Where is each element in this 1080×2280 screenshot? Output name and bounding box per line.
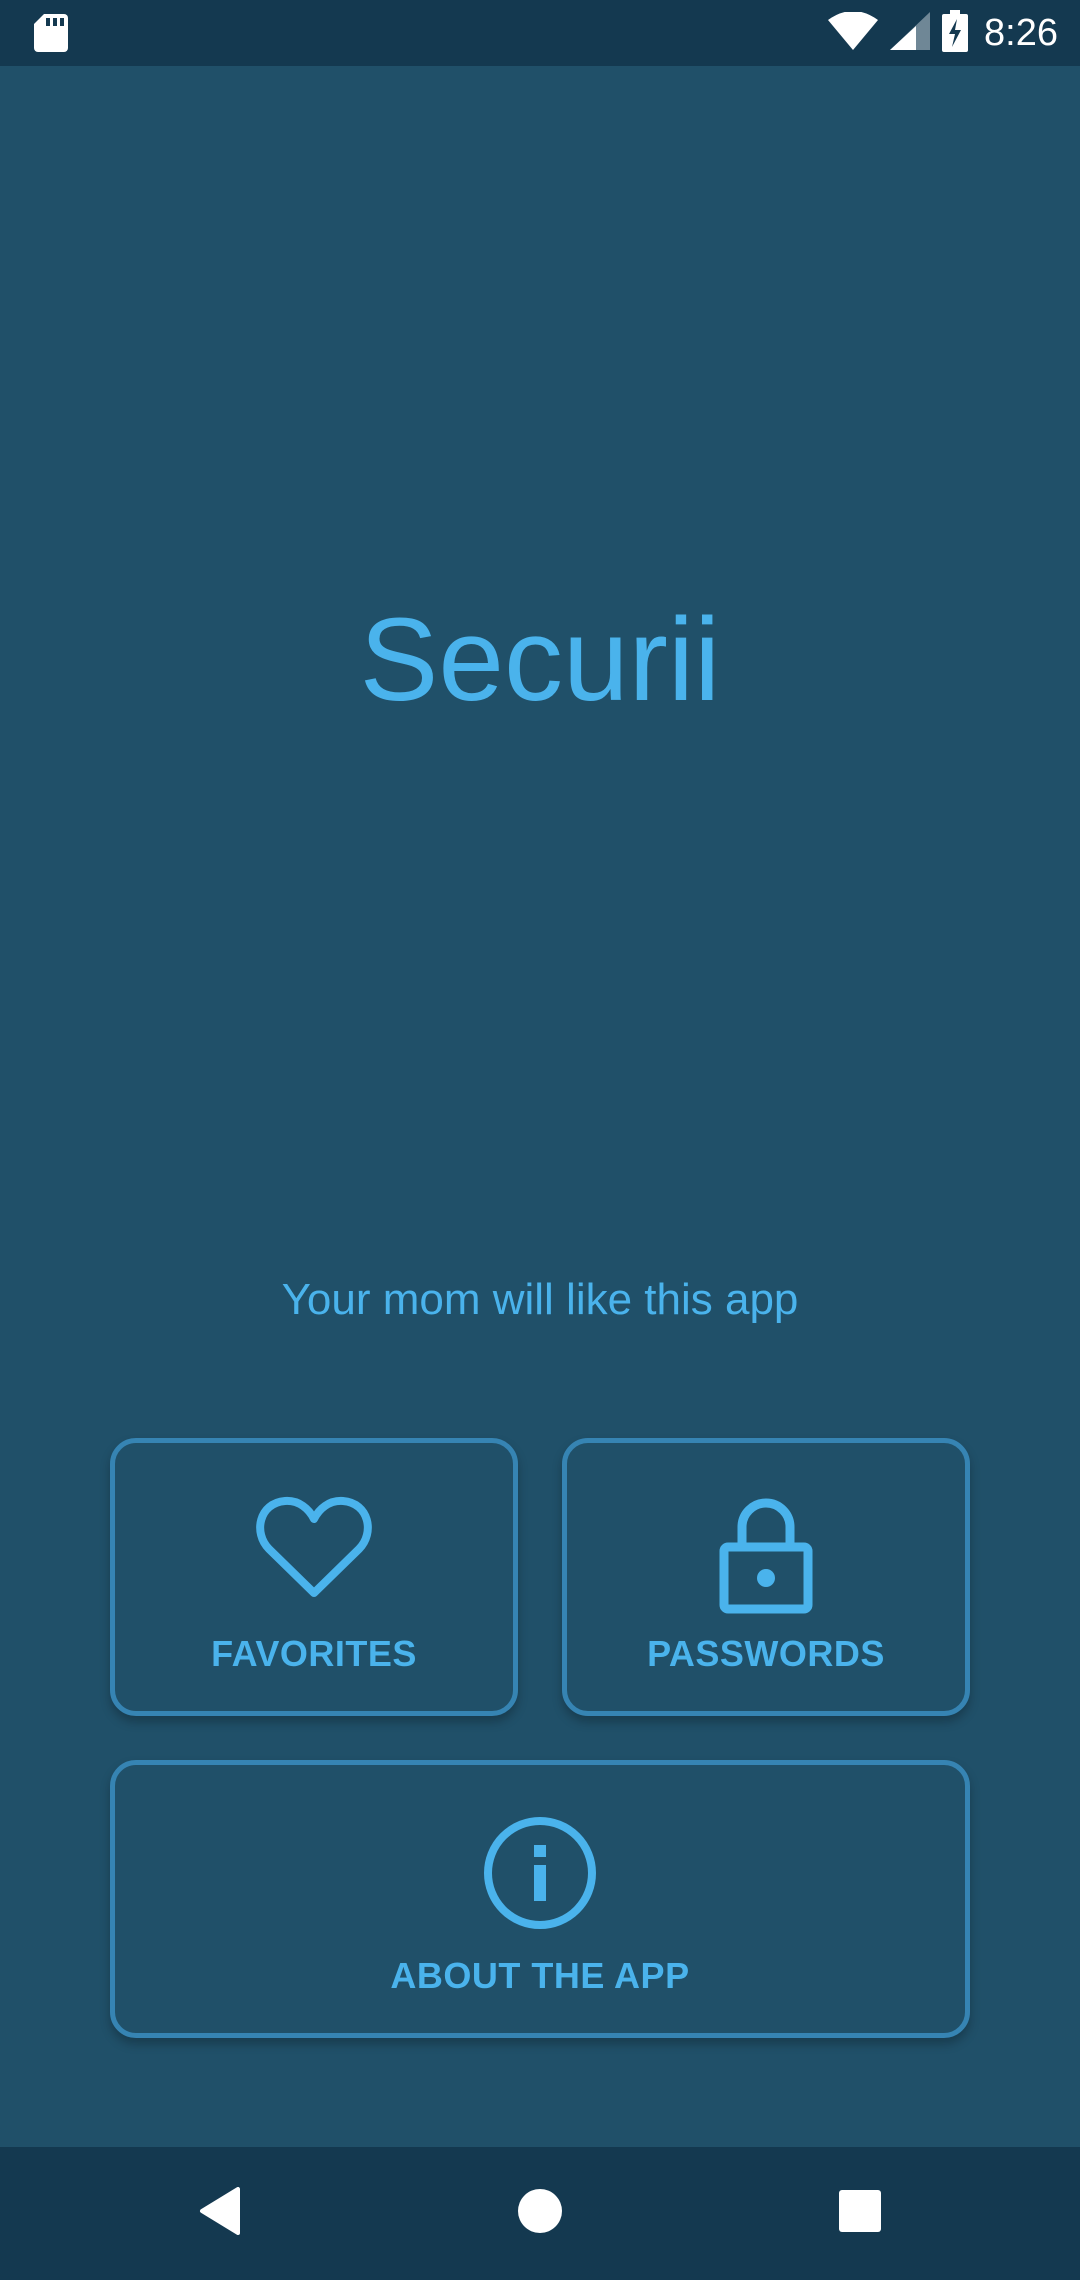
passwords-button[interactable]: PASSWORDS	[562, 1438, 970, 1716]
about-label: ABOUT THE APP	[390, 1955, 690, 1996]
navigation-bar	[0, 2147, 1080, 2280]
back-button[interactable]	[140, 2147, 300, 2280]
cell-signal-icon	[890, 11, 931, 55]
app-title: Securii	[359, 594, 721, 726]
passwords-label: PASSWORDS	[647, 1633, 885, 1674]
about-button[interactable]: ABOUT THE APP	[110, 1760, 970, 2038]
info-icon	[482, 1815, 598, 1936]
wifi-icon	[828, 10, 879, 55]
home-icon	[517, 2188, 563, 2239]
recents-button[interactable]	[780, 2147, 940, 2280]
favorites-button[interactable]: FAVORITES	[110, 1438, 518, 1716]
clock: 8:26	[984, 11, 1058, 54]
heart-icon	[255, 1493, 373, 1606]
recents-icon	[839, 2190, 881, 2237]
status-bar: 8:26	[0, 0, 1080, 66]
home-screen: 8:26 Securii Your mom will like this app…	[0, 0, 1080, 2280]
sd-card-icon	[34, 14, 68, 57]
tagline: Your mom will like this app	[281, 1275, 799, 1324]
home-button[interactable]	[460, 2147, 620, 2280]
lock-icon	[718, 1493, 814, 1620]
favorites-label: FAVORITES	[211, 1633, 417, 1674]
battery-charging-icon	[942, 9, 969, 57]
back-icon	[198, 2187, 242, 2240]
